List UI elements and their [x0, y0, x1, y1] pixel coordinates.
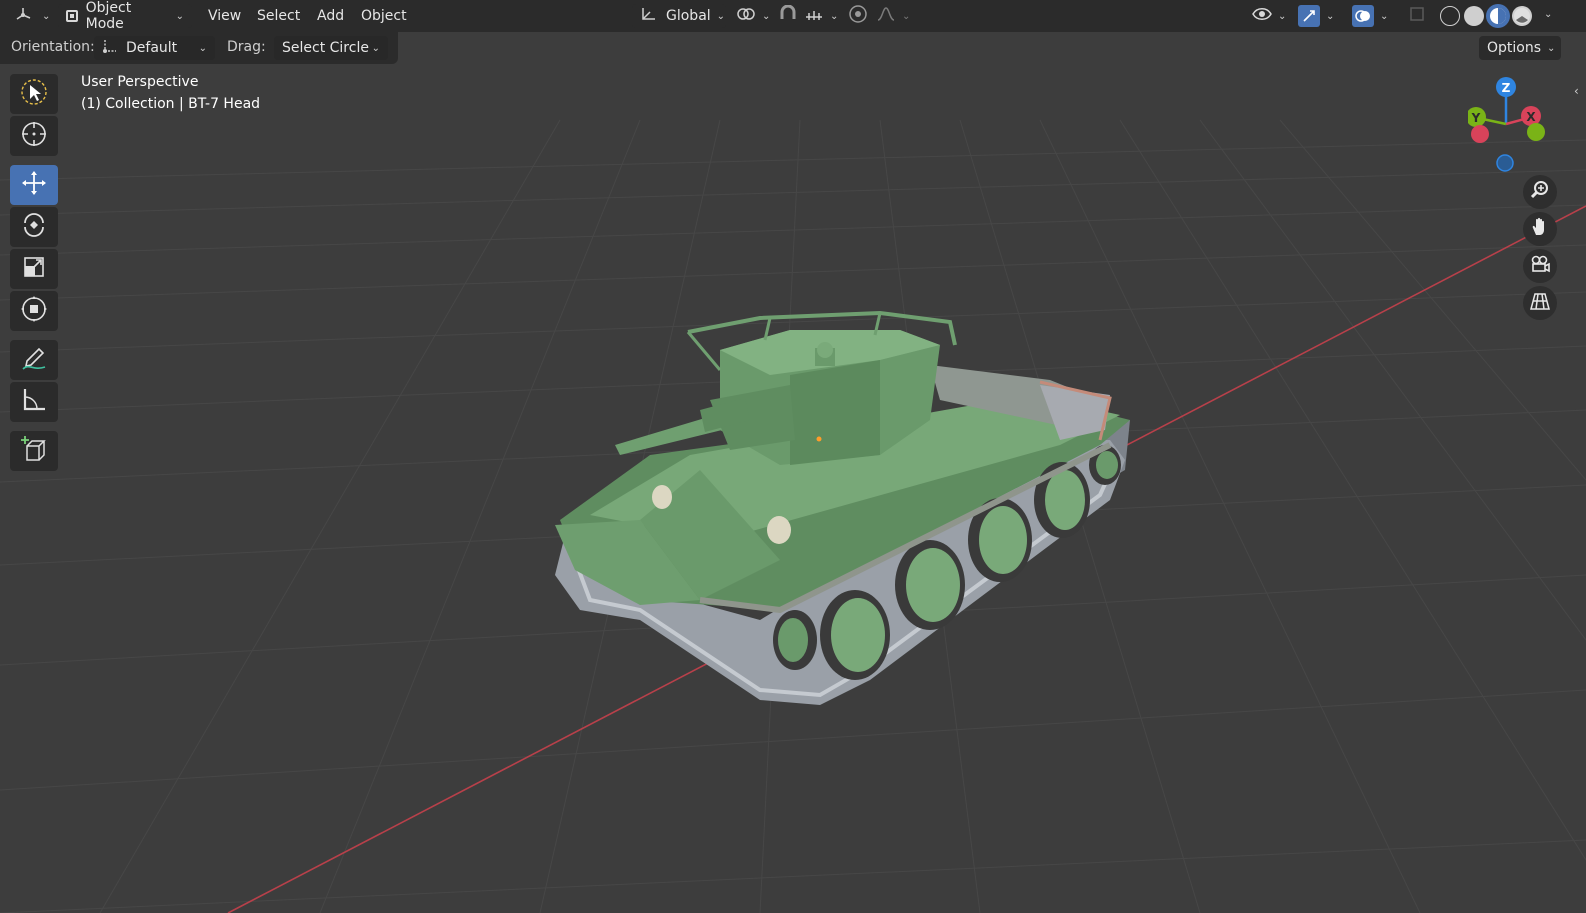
add-cube-icon: [19, 434, 49, 468]
chevron-down-icon: ⌄: [1380, 10, 1389, 22]
measure-ruler-icon: [19, 385, 49, 419]
rendered-shading-icon[interactable]: [1512, 6, 1532, 26]
object-mode-icon: [66, 10, 78, 22]
tool-measure[interactable]: [10, 382, 58, 422]
options-label: Options: [1487, 40, 1542, 56]
wireframe-shading-icon[interactable]: [1440, 6, 1460, 26]
camera-view-button[interactable]: [1523, 249, 1557, 283]
mode-label: Object Mode: [85, 0, 132, 32]
3d-viewport-icon: [14, 5, 36, 27]
xray-toggle[interactable]: [1408, 4, 1432, 28]
chevron-down-icon: ⌄: [198, 42, 207, 54]
falloff-button[interactable]: ⌄: [876, 4, 912, 28]
viewport-scene: [0, 119, 1586, 913]
collection-label: (1) Collection | BT-7 Head: [81, 96, 261, 112]
tool-settings-bar: Orientation: Default ⌄ Drag: Select Circ…: [0, 32, 1586, 64]
chevron-down-icon: ⌄: [371, 42, 380, 54]
visibility-button[interactable]: ⌄: [1252, 4, 1292, 28]
chevron-down-icon: ⌄: [902, 10, 911, 22]
scale-icon: [19, 252, 49, 286]
drag-dropdown[interactable]: Select Circle ⌄: [274, 36, 388, 60]
perspective-toggle-button[interactable]: [1523, 286, 1557, 320]
tank-model[interactable]: [555, 310, 1130, 705]
gizmo-y-label: Y: [1471, 111, 1481, 125]
gizmo-z-label: Z: [1502, 81, 1511, 95]
tool-select-box[interactable]: [10, 74, 58, 114]
tool-move[interactable]: [10, 165, 58, 205]
orientation-value: Default: [126, 40, 178, 56]
proportional-edit-icon: [848, 4, 868, 28]
drag-value: Select Circle: [282, 40, 369, 56]
chevron-down-icon: ⌄: [716, 10, 726, 22]
overlays-icon: [1352, 5, 1374, 27]
chevron-down-icon: ⌄: [1326, 10, 1335, 22]
orientation-axes-icon: [102, 38, 118, 58]
chevron-down-icon: ⌄: [175, 10, 184, 22]
rotate-icon: [19, 210, 49, 244]
gizmo-neg-y-handle[interactable]: [1527, 123, 1545, 141]
viewport-header: ⌄ Object Mode ⌄ View Select Add Object G…: [0, 0, 1586, 32]
grid-perspective-icon: [1529, 290, 1551, 316]
select-cursor-icon: [19, 77, 49, 111]
hand-icon: [1529, 216, 1551, 242]
zoom-button[interactable]: [1523, 175, 1557, 209]
magnet-icon: [778, 4, 798, 27]
editor-type-button[interactable]: ⌄: [14, 4, 50, 28]
chevron-down-icon: ⌄: [830, 10, 839, 22]
orientation-label: Orientation:: [11, 39, 95, 55]
falloff-curve-icon: [876, 5, 896, 27]
gizmo-icon: [1298, 5, 1320, 27]
pivot-icon: [736, 5, 756, 27]
snap-increment-icon: [804, 5, 824, 27]
chevron-down-icon: ⌄: [42, 10, 51, 22]
navigation-gizmo[interactable]: Z X Y: [1468, 74, 1558, 174]
solid-shading-icon[interactable]: [1464, 6, 1484, 26]
tool-transform[interactable]: [10, 291, 58, 331]
move-arrows-icon: [19, 168, 49, 202]
3d-cursor-icon: [19, 119, 49, 153]
tool-annotate[interactable]: [10, 340, 58, 380]
3d-viewport[interactable]: User Perspective (1) Collection | BT-7 H…: [0, 64, 1586, 913]
chevron-down-icon: ⌄: [1547, 42, 1556, 54]
menu-add[interactable]: Add: [311, 4, 350, 28]
annotate-pencil-icon: [19, 343, 49, 377]
chevron-down-icon: ⌄: [762, 10, 771, 22]
drag-label: Drag:: [227, 39, 266, 55]
pivot-point-button[interactable]: ⌄: [736, 4, 772, 28]
tool-scale[interactable]: [10, 249, 58, 289]
proportional-edit-toggle[interactable]: [848, 4, 872, 28]
perspective-label: User Perspective: [81, 74, 199, 90]
material-preview-shading-icon[interactable]: [1488, 6, 1508, 26]
menu-object[interactable]: Object: [355, 4, 413, 28]
overlays-toggle[interactable]: ⌄: [1352, 4, 1396, 28]
tool-add-cube[interactable]: [10, 431, 58, 471]
chevron-down-icon: ⌄: [1278, 10, 1287, 22]
shading-options-chevron-icon[interactable]: ⌄: [1544, 9, 1552, 20]
orientation-axes-icon: [640, 6, 658, 26]
gizmo-neg-x-handle[interactable]: [1471, 125, 1489, 143]
transform-icon: [19, 294, 49, 328]
orientation-dropdown[interactable]: Default ⌄: [94, 36, 215, 60]
sidebar-expand-icon[interactable]: ‹: [1574, 84, 1579, 98]
tool-rotate[interactable]: [10, 207, 58, 247]
zoom-magnifier-icon: [1529, 179, 1551, 205]
pan-button[interactable]: [1523, 212, 1557, 246]
gizmo-x-label: X: [1526, 110, 1536, 124]
transform-orientation-label: Global: [666, 8, 711, 24]
eye-icon: [1252, 6, 1272, 26]
menu-view[interactable]: View: [202, 4, 247, 28]
camera-icon: [1529, 253, 1551, 279]
transform-orientation-dropdown[interactable]: Global ⌄: [632, 4, 726, 28]
options-dropdown[interactable]: Options ⌄: [1479, 36, 1561, 60]
mode-dropdown[interactable]: Object Mode ⌄: [58, 0, 192, 32]
xray-icon: [1408, 5, 1426, 27]
gizmo-neg-z-handle[interactable]: [1496, 154, 1514, 172]
snap-target-button[interactable]: ⌄: [804, 4, 840, 28]
snap-toggle[interactable]: [778, 4, 802, 28]
gizmo-toggle[interactable]: ⌄: [1298, 4, 1342, 28]
tool-cursor[interactable]: [10, 116, 58, 156]
menu-select[interactable]: Select: [251, 4, 306, 28]
